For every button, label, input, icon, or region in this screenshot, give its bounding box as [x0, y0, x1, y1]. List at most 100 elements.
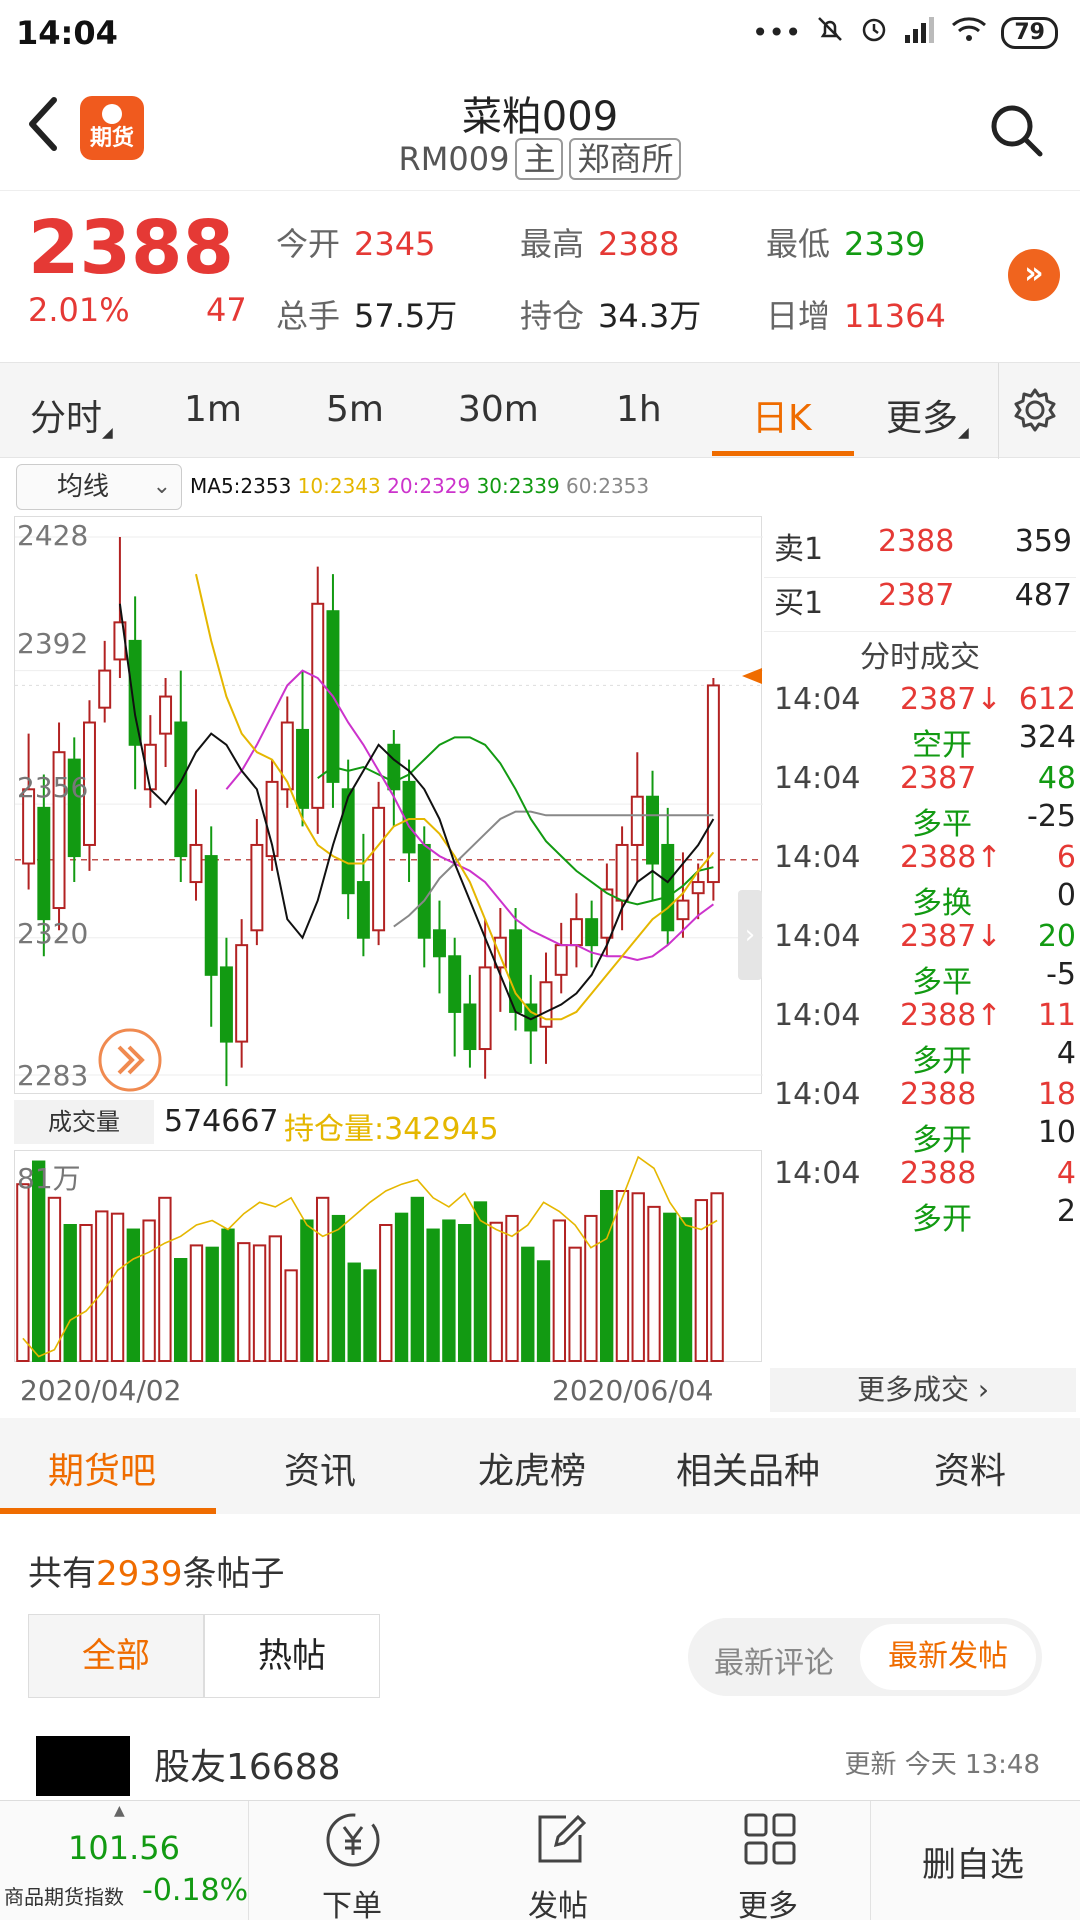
bell-off-icon: [815, 14, 845, 51]
volume-bar: [300, 1219, 314, 1363]
date-end: 2020/06/04: [552, 1374, 714, 1407]
volume-bar: [568, 1246, 582, 1362]
tab-related[interactable]: 相关品种: [676, 1442, 820, 1494]
tab-30m[interactable]: 30m: [458, 389, 539, 430]
tab-rankings[interactable]: 龙虎榜: [478, 1442, 586, 1494]
post-nav[interactable]: 发帖: [498, 1811, 618, 1920]
side-expand-icon[interactable]: ›: [738, 890, 762, 980]
open-field: 今开 2345: [276, 225, 436, 263]
indicator-select[interactable]: 均线 ⌄: [16, 464, 182, 510]
candle: [174, 721, 188, 858]
trade-time: 14:04: [774, 840, 861, 875]
trade-price: 2388↑: [900, 998, 1002, 1033]
avatar[interactable]: [36, 1736, 130, 1796]
volume-bar: [189, 1244, 204, 1362]
status-icons: ••• 79: [752, 14, 1058, 51]
trade-volume: 48: [1037, 761, 1076, 796]
volume-bar: [268, 1235, 283, 1362]
volume-chart[interactable]: 81万: [14, 1150, 762, 1363]
candle: [691, 881, 705, 895]
ma-row: 均线 ⌄ MA5:2353 10:2343 20:2329 30:2339 60:…: [0, 460, 760, 512]
exchange-tag: 郑商所: [569, 138, 682, 180]
fast-forward-icon[interactable]: [97, 1027, 163, 1093]
volume-bar: [63, 1224, 77, 1362]
trade-price: 2388: [900, 1077, 977, 1112]
sort-toggle: 最新评论 最新发帖: [688, 1618, 1042, 1696]
tab-5m[interactable]: 5m: [326, 389, 384, 430]
tab-info[interactable]: 资料: [934, 1442, 1006, 1494]
trade-oi-change: 4: [1056, 1036, 1076, 1071]
high-field: 最高 2388: [520, 225, 680, 263]
status-bar: 14:04 ••• 79: [0, 0, 1080, 64]
trades-title: 分时成交: [860, 640, 980, 675]
status-time: 14:04: [16, 14, 118, 52]
tab-daily-k[interactable]: 日K: [752, 389, 812, 441]
volume-bar: [457, 1224, 472, 1362]
sort-latest-post[interactable]: 最新发帖: [860, 1624, 1036, 1690]
remove-watchlist-button[interactable]: 删自选: [922, 1837, 1024, 1886]
date-start: 2020/04/02: [20, 1374, 182, 1407]
sort-latest-comment[interactable]: 最新评论: [714, 1638, 834, 1682]
volume-bar: [552, 1219, 567, 1363]
volume-bar: [252, 1244, 267, 1362]
expand-quote-icon[interactable]: »: [1008, 249, 1060, 301]
volume-bar: [505, 1214, 519, 1362]
filter-hot[interactable]: 热帖: [204, 1614, 380, 1698]
y-axis-label: 2392: [17, 627, 89, 660]
volume-bar: [536, 1260, 551, 1362]
tab-more[interactable]: 更多◢: [886, 389, 969, 441]
trade-nature: 多开: [912, 1202, 972, 1237]
volume-bar: [47, 1196, 62, 1362]
y-axis-label: 2428: [17, 519, 89, 552]
volume-bar: [363, 1269, 377, 1362]
trade-oi-change: 2: [1056, 1194, 1076, 1229]
kline-chart[interactable]: 2428 2392 2356 2320 2283: [14, 516, 763, 1094]
tab-1m[interactable]: 1m: [184, 389, 242, 430]
divider: [248, 1801, 249, 1920]
trade-nature: 多开: [912, 1044, 972, 1079]
tab-futures-bar[interactable]: 期货吧: [48, 1442, 156, 1494]
main-contract-tag: 主: [515, 138, 564, 180]
community-tabs: 期货吧 资讯 龙虎榜 相关品种 资料: [0, 1418, 1080, 1514]
trade-volume: 18: [1037, 1077, 1076, 1112]
search-icon[interactable]: [988, 102, 1044, 158]
chevron-right-icon: ›: [977, 1373, 990, 1406]
candle: [448, 955, 462, 1013]
volume-bar: [678, 1217, 693, 1362]
gear-icon[interactable]: [1012, 387, 1058, 433]
volume-bar: [284, 1269, 298, 1362]
volume-bar: [394, 1212, 409, 1362]
tab-intraday[interactable]: 分时◢: [30, 389, 113, 441]
candle: [569, 918, 583, 947]
dropdown-triangle-icon: ◢: [102, 425, 113, 441]
index-name[interactable]: 商品期货指数: [4, 1881, 124, 1910]
trade-time: 14:04: [774, 998, 861, 1033]
current-price-marker-icon: [742, 668, 762, 684]
index-change[interactable]: -0.18%: [142, 1873, 248, 1908]
post-username[interactable]: 股友16688: [154, 1738, 341, 1790]
trade-volume: 11: [1037, 998, 1076, 1033]
filter-all[interactable]: 全部: [28, 1614, 204, 1698]
more-trades-button[interactable]: 更多成交 ›: [770, 1368, 1076, 1412]
volume-bar: [615, 1190, 630, 1362]
tab-news[interactable]: 资讯: [284, 1442, 356, 1494]
oi-field: 持仓 34.3万: [520, 297, 702, 335]
candle: [372, 806, 386, 932]
more-nav[interactable]: 更多: [708, 1811, 828, 1920]
volume-bar: [331, 1214, 346, 1362]
volume-indicator-button[interactable]: 成交量: [14, 1100, 154, 1144]
volume-svg: [16, 1155, 724, 1363]
index-value[interactable]: 101.56: [68, 1829, 180, 1867]
last-price: 2388: [28, 205, 234, 291]
signal-icon: [903, 15, 937, 50]
tab-1h[interactable]: 1h: [616, 389, 662, 430]
more-dots-icon: •••: [751, 16, 802, 49]
open-interest-value: 持仓量:342945: [284, 1112, 499, 1147]
candle: [509, 929, 523, 1013]
order-nav[interactable]: 下单: [292, 1811, 412, 1920]
volume-max-label: 81万: [17, 1162, 81, 1195]
volume-bar: [16, 1183, 30, 1363]
trade-price: 2387↓: [900, 919, 1002, 954]
candle: [98, 669, 112, 709]
grid-icon: [744, 1813, 796, 1865]
